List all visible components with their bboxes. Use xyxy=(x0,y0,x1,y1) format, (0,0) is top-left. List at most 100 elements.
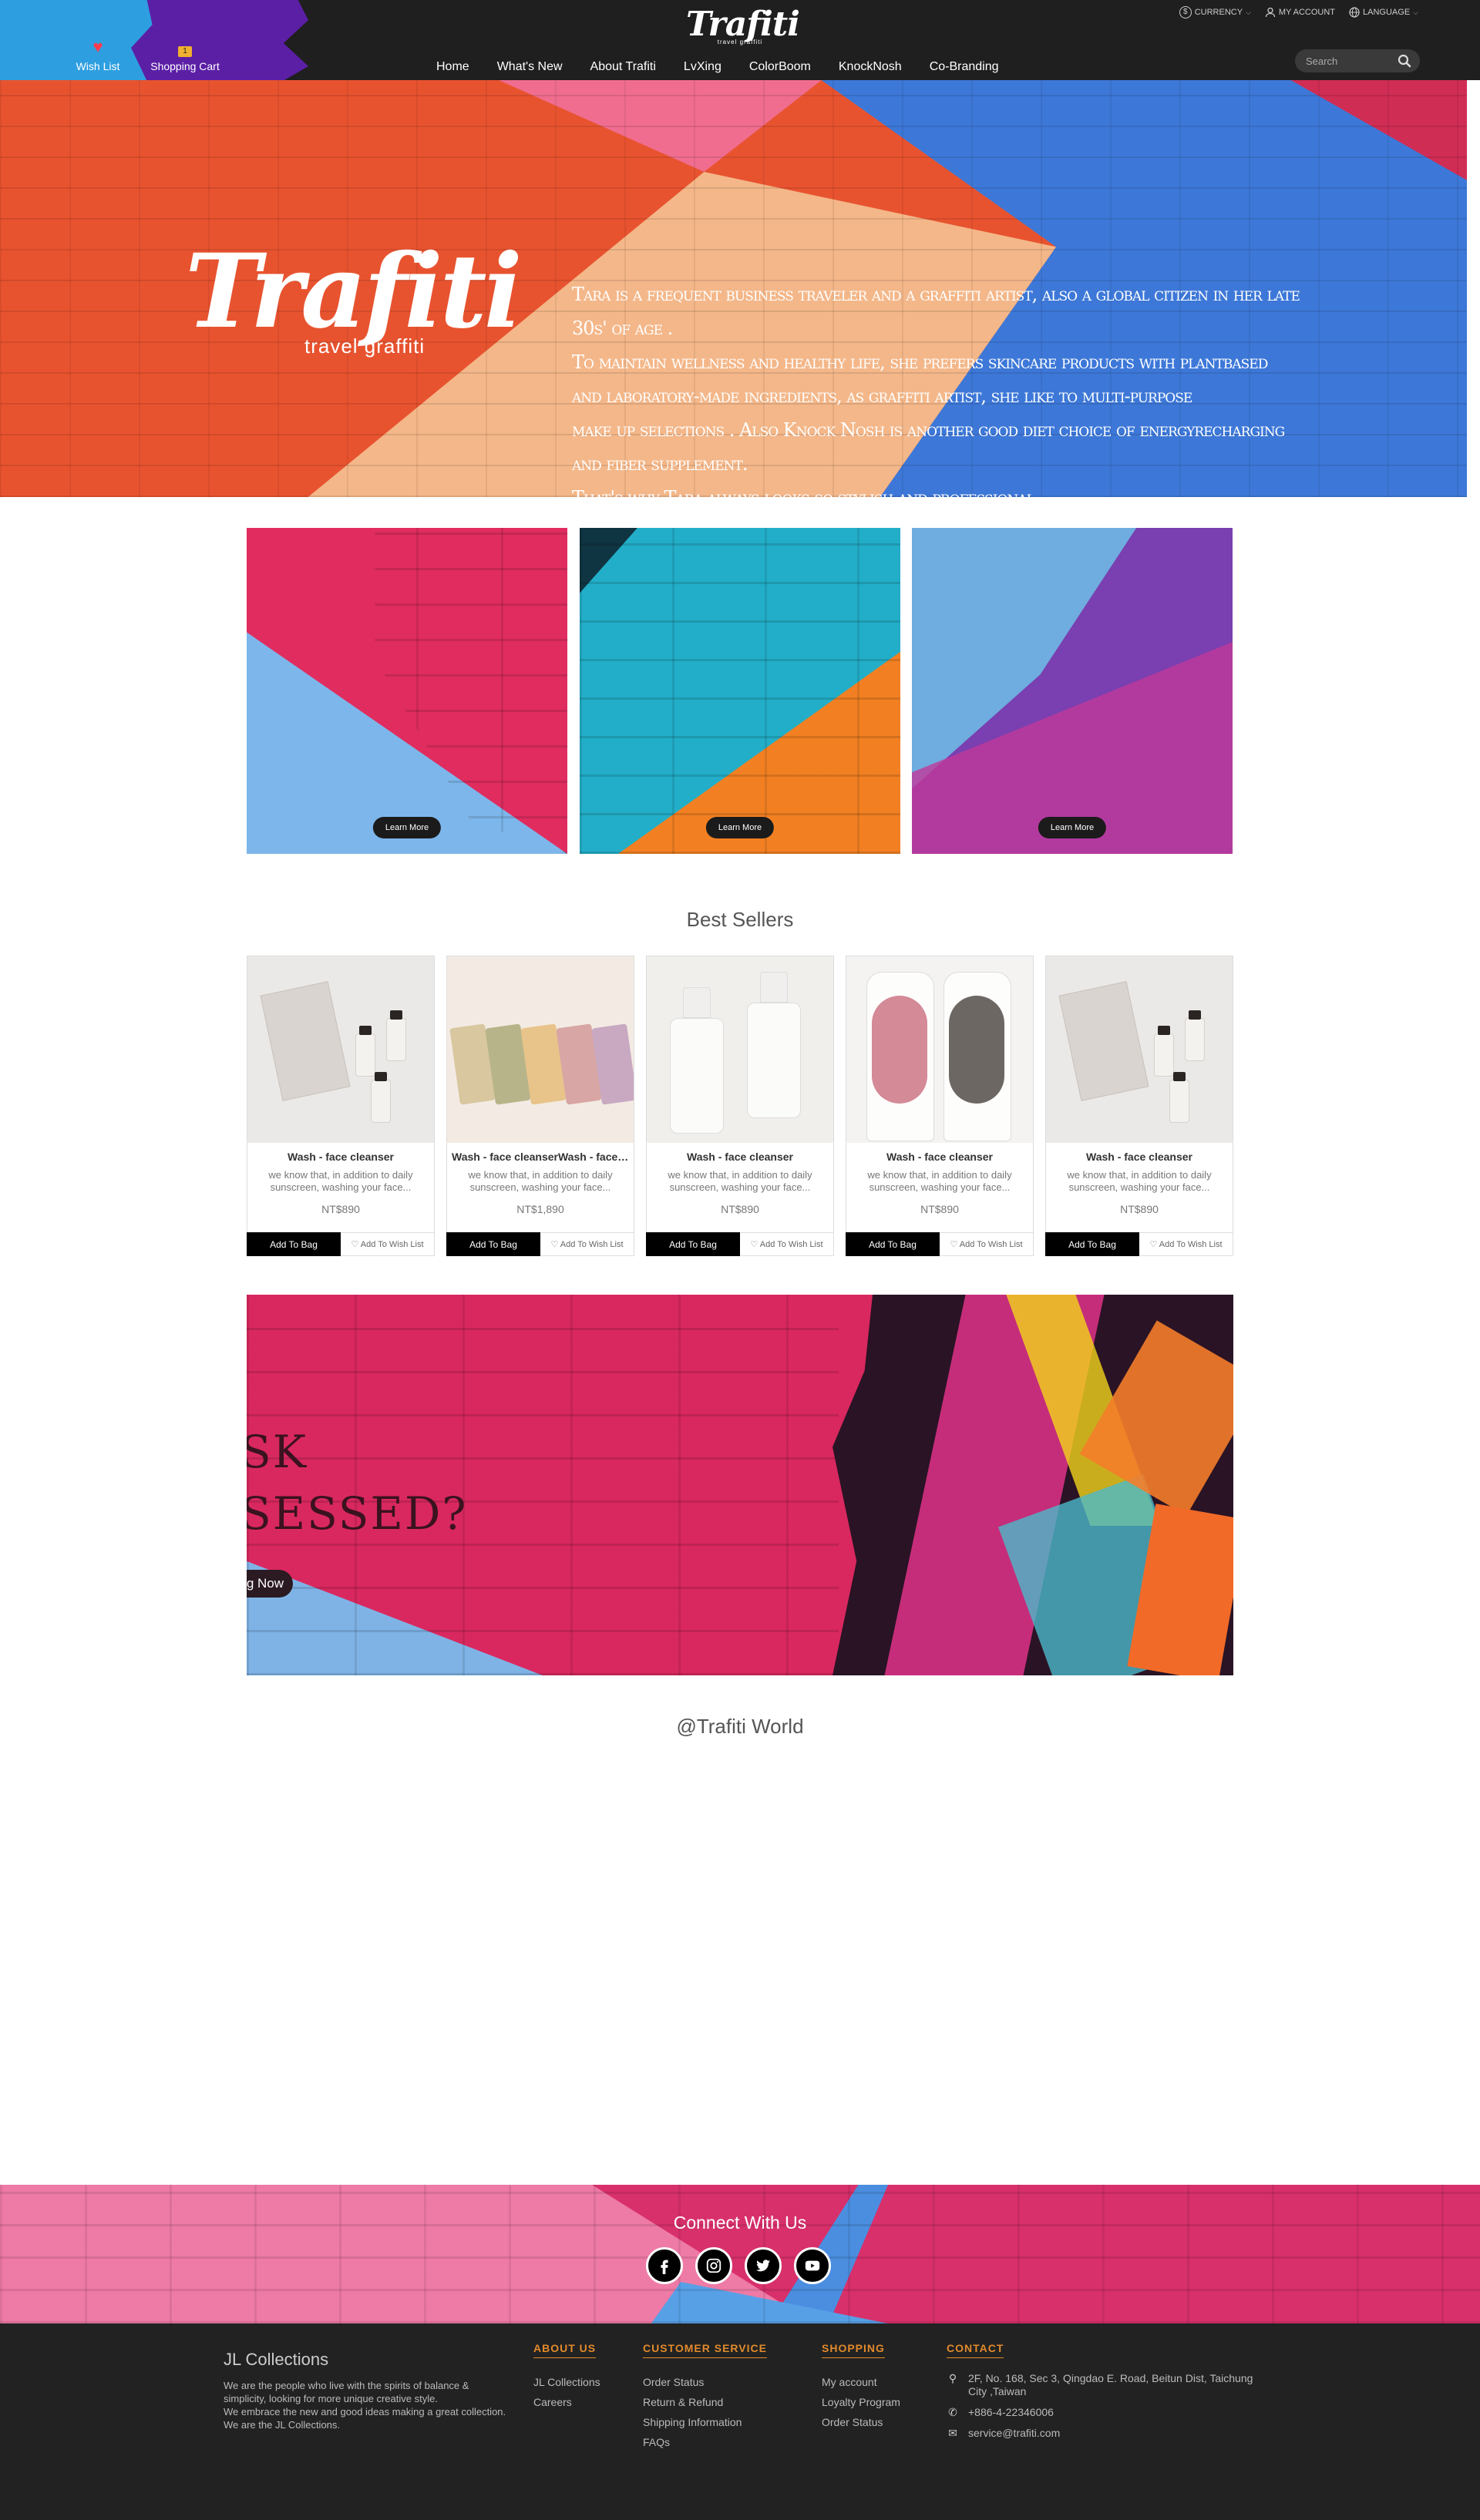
nav-home[interactable]: Home xyxy=(422,55,483,79)
product-card[interactable]: Wash - face cleanser we know that, in ad… xyxy=(846,956,1034,1256)
footer-link-loyalty-program[interactable]: Loyalty Program xyxy=(822,2392,900,2412)
add-to-wish-list-label: Add To Wish List xyxy=(560,1240,624,1249)
product-name[interactable]: Wash - face cleanserWash - face cleanser xyxy=(452,1151,629,1163)
product-description: we know that, in addition to daily sunsc… xyxy=(867,1169,1012,1193)
facebook-link[interactable] xyxy=(646,2247,683,2284)
heart-outline-icon: ♡ xyxy=(550,1240,560,1249)
shopping-cart-link[interactable]: 1 Shopping Cart xyxy=(146,43,224,72)
footer-link-my-account[interactable]: My account xyxy=(822,2372,900,2392)
nav-colorboom[interactable]: ColorBoom xyxy=(735,55,825,79)
footer-link-careers[interactable]: Careers xyxy=(533,2392,600,2412)
add-to-bag-button[interactable]: Add To Bag xyxy=(247,1232,341,1256)
facebook-icon xyxy=(661,2260,668,2274)
footer-link-faqs[interactable]: FAQs xyxy=(643,2432,767,2452)
product-card[interactable]: Wash - face cleanser we know that, in ad… xyxy=(646,956,834,1256)
hero-logo-wordmark: Trafiti xyxy=(185,232,523,351)
contact-address-text: 2F, No. 168, Sec 3, Qingdao E. Road, Bei… xyxy=(968,2372,1253,2397)
add-to-bag-button[interactable]: Add To Bag xyxy=(646,1232,740,1256)
promo-brick-texture xyxy=(247,1295,839,1675)
add-to-bag-button[interactable]: Add To Bag xyxy=(846,1232,940,1256)
footer-brand: JL Collections xyxy=(224,2350,329,2369)
twitter-link[interactable] xyxy=(745,2247,782,2284)
add-to-wish-list-button[interactable]: ♡ Add To Wish List xyxy=(940,1232,1034,1256)
contact-email[interactable]: ✉ service@trafiti.com xyxy=(947,2427,1270,2440)
product-box-graphic xyxy=(1058,981,1149,1101)
site-logo[interactable]: Trafiti travel graffiti xyxy=(686,6,800,52)
instagram-link[interactable] xyxy=(695,2247,732,2284)
add-to-wish-list-button[interactable]: ♡ Add To Wish List xyxy=(1139,1232,1233,1256)
product-image[interactable] xyxy=(247,956,434,1143)
language-selector[interactable]: LANGUAGE ⌵ xyxy=(1349,7,1418,18)
product-name[interactable]: Wash - face cleanser xyxy=(252,1151,429,1163)
wish-list-label: Wish List xyxy=(76,60,120,72)
footer-link-shipping-information[interactable]: Shipping Information xyxy=(643,2412,767,2432)
add-to-wish-list-button[interactable]: ♡ Add To Wish List xyxy=(341,1232,435,1256)
contact-address: ⚲ 2F, No. 168, Sec 3, Qingdao E. Road, B… xyxy=(947,2372,1270,2398)
user-icon xyxy=(1265,7,1276,18)
footer-link-jl-collections[interactable]: JL Collections xyxy=(533,2372,600,2392)
feature-brick-texture xyxy=(580,528,900,854)
my-account-label: MY ACCOUNT xyxy=(1278,8,1336,17)
add-to-bag-button[interactable]: Add To Bag xyxy=(1045,1232,1139,1256)
chevron-down-icon: ⌵ xyxy=(1246,8,1251,16)
search-box xyxy=(1295,49,1420,72)
main-nav: Home What's New About Trafiti LvXing Col… xyxy=(422,55,1013,79)
promo-banner: SK SESSED? g Now xyxy=(247,1295,1233,1675)
footer-column-shopping: SHOPPING My account Loyalty Program Orde… xyxy=(822,2342,900,2432)
bottle-cap-graphic xyxy=(375,1072,387,1081)
footer-link-order-status[interactable]: Order Status xyxy=(822,2412,900,2432)
footer-link-return-refund[interactable]: Return & Refund xyxy=(643,2392,767,2412)
add-to-wish-list-button[interactable]: ♡ Add To Wish List xyxy=(540,1232,634,1256)
product-name[interactable]: Wash - face cleanser xyxy=(851,1151,1028,1163)
nav-lvxing[interactable]: LvXing xyxy=(670,55,735,79)
search-icon[interactable] xyxy=(1397,53,1412,69)
add-to-wish-list-label: Add To Wish List xyxy=(959,1240,1023,1249)
add-to-wish-list-label: Add To Wish List xyxy=(1159,1240,1223,1249)
product-name[interactable]: Wash - face cleanser xyxy=(1051,1151,1228,1163)
feature-card-knocknosh[interactable]: Learn More xyxy=(912,528,1233,854)
currency-selector[interactable]: $ CURRENCY ⌵ xyxy=(1179,6,1251,18)
nav-knocknosh[interactable]: KnockNosh xyxy=(825,55,916,79)
bottle-graphic xyxy=(747,1003,801,1118)
hero-story-line: make up selections . Also Knock Nosh is … xyxy=(572,419,1285,441)
add-to-wish-list-label: Add To Wish List xyxy=(759,1240,823,1249)
hero-story: Tara is a frequent business traveler and… xyxy=(572,277,1304,497)
contact-phone-text: +886-4-22346006 xyxy=(968,2406,1054,2418)
learn-more-button[interactable]: Learn More xyxy=(1038,817,1107,838)
bottle-cap-graphic xyxy=(359,1026,372,1035)
bottle-graphic xyxy=(1169,1080,1189,1123)
product-card[interactable]: Wash - face cleanser we know that, in ad… xyxy=(1045,956,1233,1256)
search-input[interactable] xyxy=(1306,54,1391,68)
product-price: NT$1,890 xyxy=(516,1203,564,1215)
youtube-link[interactable] xyxy=(794,2247,831,2284)
nav-co-branding[interactable]: Co-Branding xyxy=(916,55,1013,79)
product-image[interactable] xyxy=(846,956,1033,1143)
nav-whats-new[interactable]: What's New xyxy=(483,55,577,79)
add-to-wish-list-button[interactable]: ♡ Add To Wish List xyxy=(740,1232,834,1256)
contact-email-text: service@trafiti.com xyxy=(968,2427,1061,2439)
contact-phone[interactable]: ✆ +886-4-22346006 xyxy=(947,2406,1270,2419)
product-image[interactable] xyxy=(1046,956,1233,1143)
bottle-graphic xyxy=(386,1018,406,1061)
site-header: ♥ Wish List 1 Shopping Cart Trafiti trav… xyxy=(0,0,1480,80)
my-account-link[interactable]: MY ACCOUNT xyxy=(1265,7,1335,18)
bottle-cap-graphic xyxy=(1173,1072,1186,1081)
product-card[interactable]: Wash - face cleanserWash - face cleanser… xyxy=(446,956,634,1256)
footer-link-order-status[interactable]: Order Status xyxy=(643,2372,767,2392)
add-to-bag-button[interactable]: Add To Bag xyxy=(446,1232,540,1256)
twitter-icon xyxy=(755,2260,771,2272)
product-name[interactable]: Wash - face cleanser xyxy=(651,1151,829,1163)
learn-more-button[interactable]: Learn More xyxy=(372,817,442,838)
wish-list-link[interactable]: ♥ Wish List xyxy=(71,39,125,73)
product-price: NT$890 xyxy=(721,1203,759,1215)
tube-label-graphic xyxy=(949,996,1004,1104)
feature-card-colorboom[interactable]: Learn More xyxy=(580,528,900,854)
learn-more-button[interactable]: Learn More xyxy=(705,817,775,838)
product-card[interactable]: Wash - face cleanser we know that, in ad… xyxy=(247,956,435,1256)
product-image[interactable] xyxy=(647,956,833,1143)
nav-about-trafiti[interactable]: About Trafiti xyxy=(577,55,670,79)
heart-outline-icon: ♡ xyxy=(950,1240,960,1249)
feature-card-lvxing[interactable]: Learn More xyxy=(247,528,567,854)
product-image[interactable] xyxy=(447,956,634,1143)
shop-now-button[interactable]: g Now xyxy=(247,1570,293,1598)
